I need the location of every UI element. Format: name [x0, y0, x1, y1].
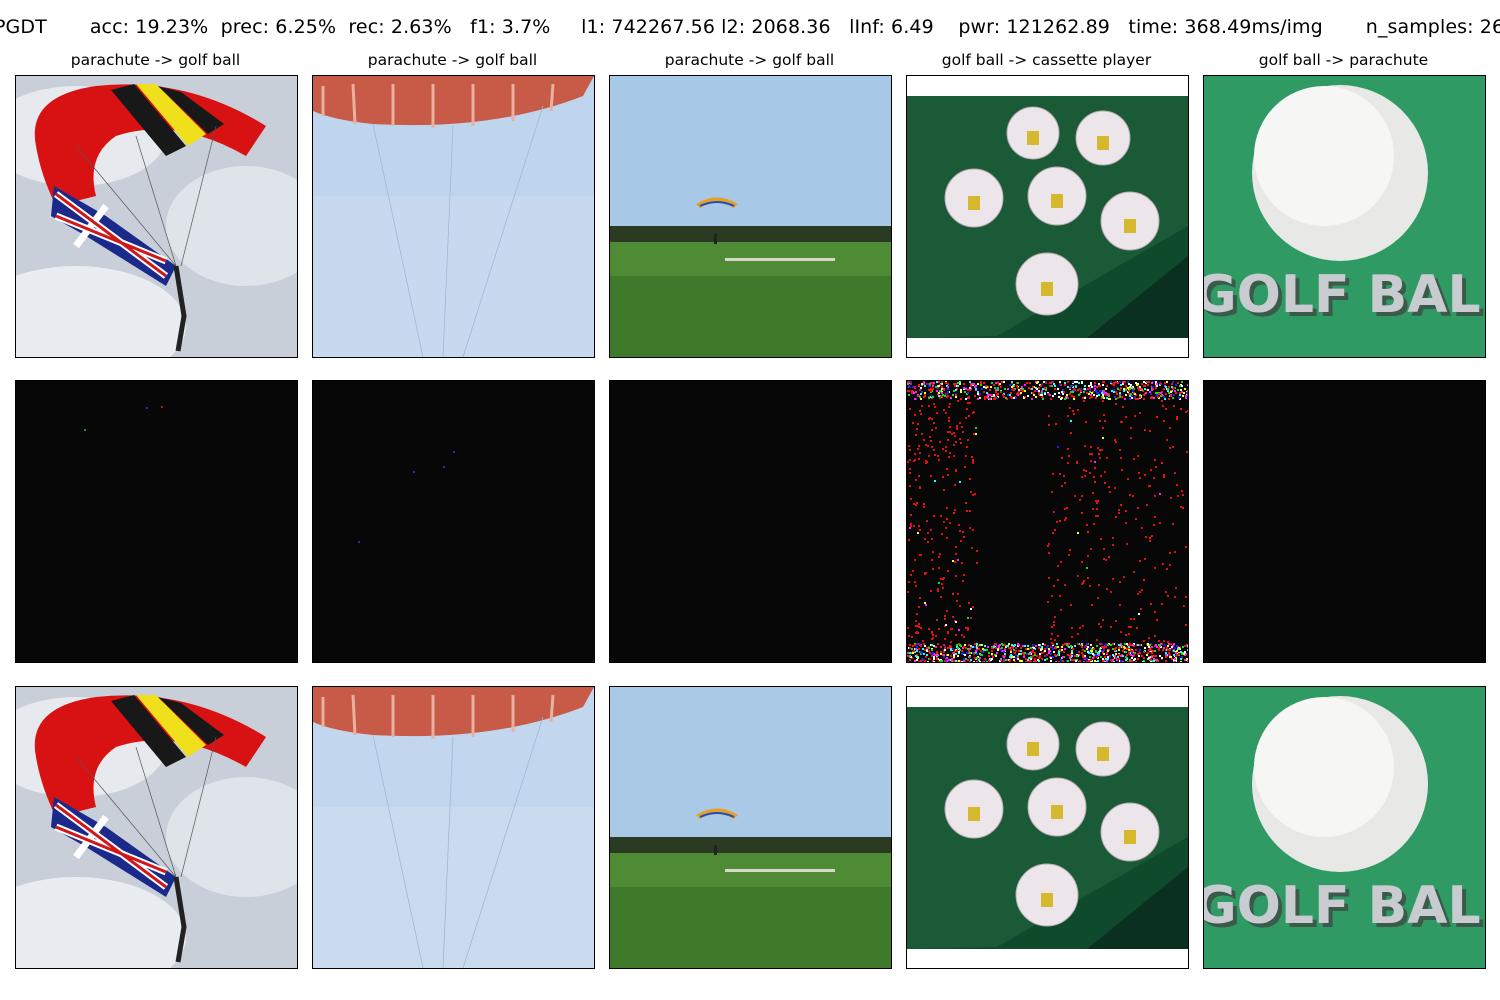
original-image-golf-ball-sign: GOLF BAL GOLF BAL [1203, 75, 1486, 358]
perturbation-3 [609, 380, 892, 663]
perturbation-2 [312, 380, 595, 663]
original-image-parachute-field [609, 75, 892, 358]
pwr-metric: pwr: 121262.89 [958, 16, 1110, 38]
prec-metric: prec: 6.25% [220, 16, 337, 38]
column-title-3: parachute -> golf ball [664, 51, 835, 69]
perturbation-5 [1203, 380, 1486, 663]
golf-ball-sign-text: GOLF BAL [1204, 876, 1481, 936]
metrics-header: PGDT acc: 19.23% prec: 6.25% rec: 2.63% … [0, 14, 1500, 40]
linf-metric: lInf: 6.49 [849, 16, 934, 38]
column-title-4: golf ball -> cassette player [941, 51, 1152, 69]
rec-metric: rec: 2.63% [348, 16, 452, 38]
l2-metric: l2: 2068.36 [721, 16, 831, 38]
perturbation-4-noisy [906, 380, 1189, 663]
n-samples-metric: n_samples: 26 [1365, 16, 1500, 38]
acc-metric: acc: 19.23% [89, 16, 209, 38]
column-title-2: parachute -> golf ball [367, 51, 538, 69]
original-image-parachute-flag [15, 75, 298, 358]
column-title-1: parachute -> golf ball [70, 51, 241, 69]
column-title-5: golf ball -> parachute [1258, 51, 1429, 69]
f1-metric: f1: 3.7% [470, 16, 551, 38]
time-metric: time: 368.49ms/img [1128, 16, 1323, 38]
golf-ball-sign-text: GOLF BAL [1204, 265, 1481, 325]
perturbation-1 [15, 380, 298, 663]
adversarial-image-parachute-sky [312, 686, 595, 969]
adversarial-image-golf-ball-sign: GOLF BAL GOLF BAL [1203, 686, 1486, 969]
method-label: PGDT [0, 16, 47, 38]
original-image-golf-balls [906, 75, 1189, 358]
original-image-parachute-sky [312, 75, 595, 358]
adversarial-image-golf-balls [906, 686, 1189, 969]
adversarial-image-parachute-field [609, 686, 892, 969]
l1-metric: l1: 742267.56 [581, 16, 716, 38]
adversarial-image-parachute-flag [15, 686, 298, 969]
